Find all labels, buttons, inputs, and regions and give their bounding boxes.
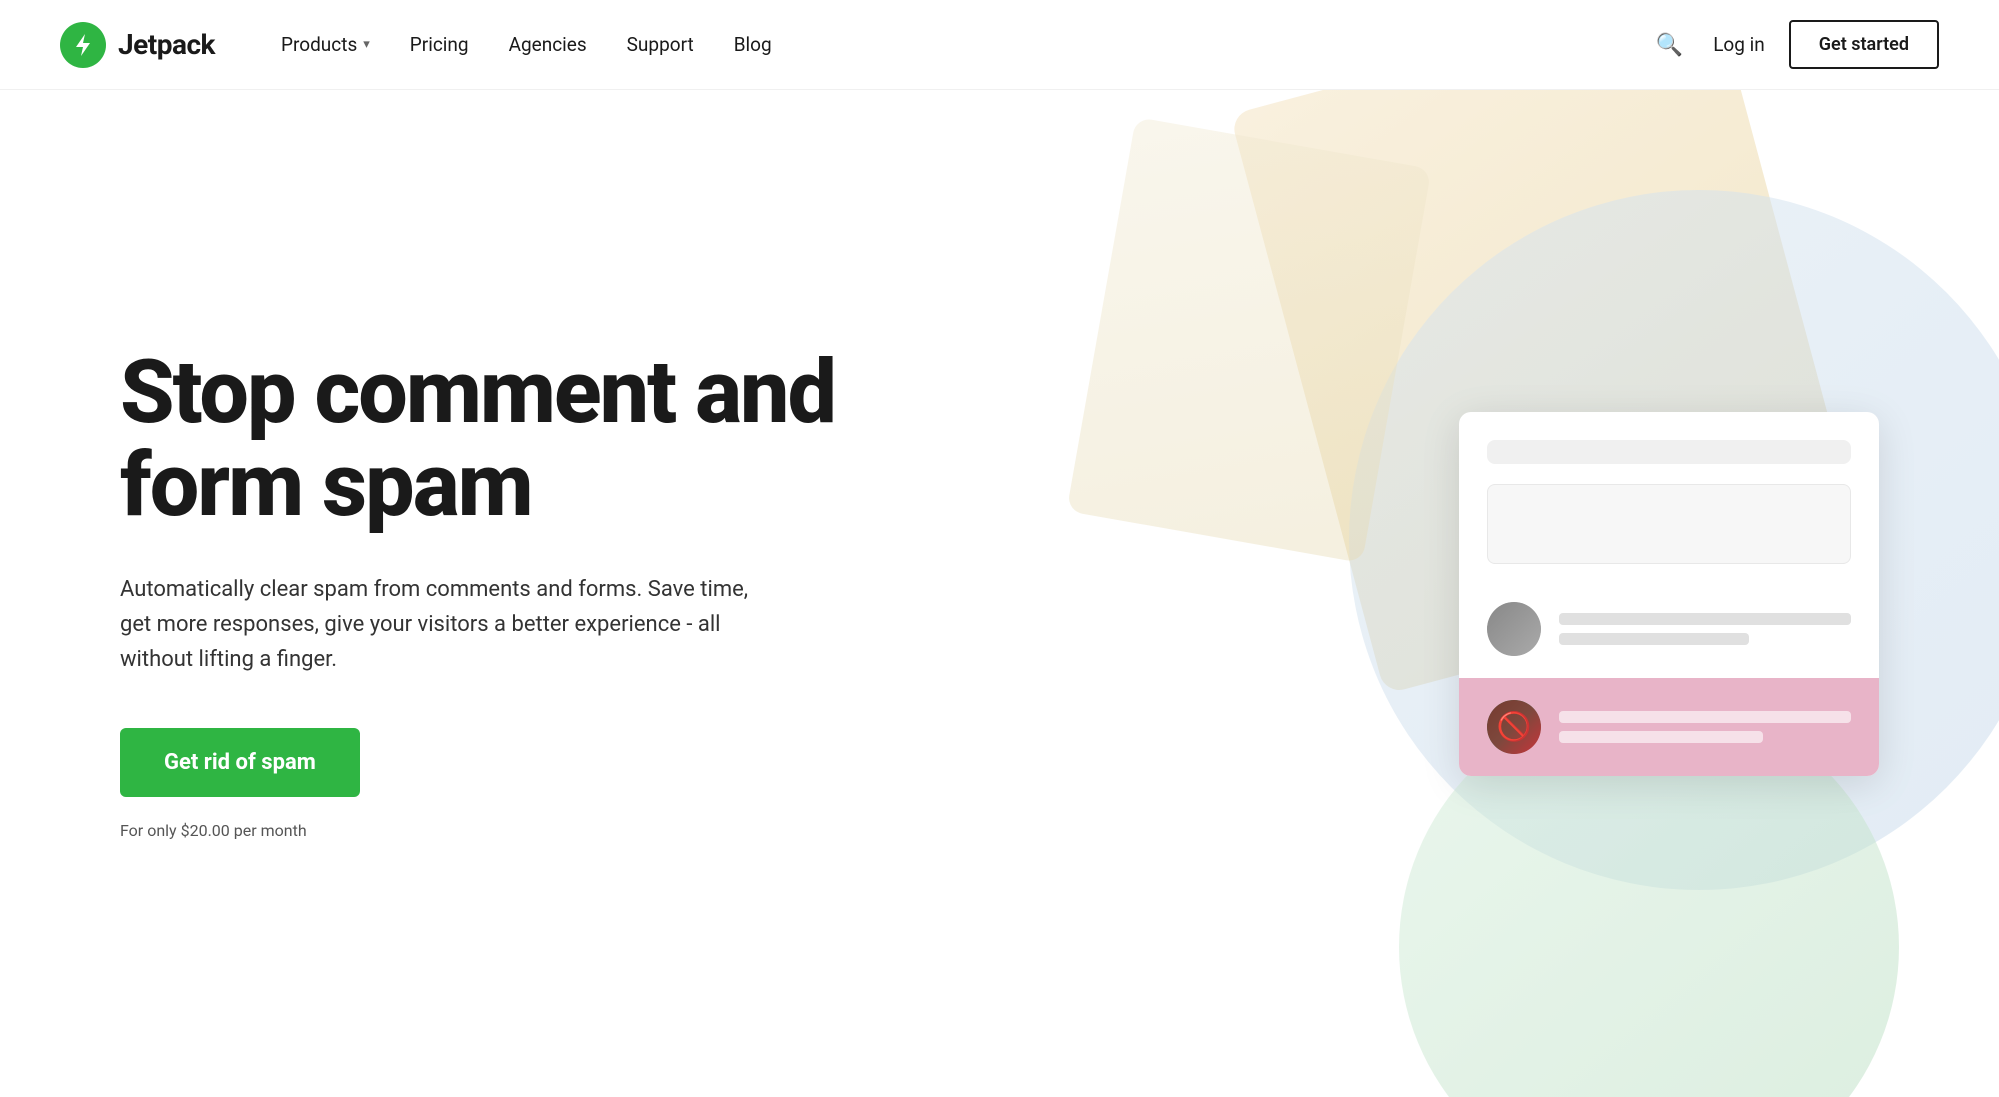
comment-card: 🚫	[1459, 412, 1879, 776]
card-header-bar	[1487, 440, 1851, 464]
hero-subheadline: Automatically clear spam from comments a…	[120, 572, 780, 678]
normal-comment-item	[1459, 584, 1879, 674]
card-content-block	[1487, 484, 1851, 564]
nav-pricing[interactable]: Pricing	[394, 25, 485, 64]
nav-right: 🔍 Log in Get started	[1650, 20, 1939, 69]
nav-links: Products ▾ Pricing Agencies Support Blog	[265, 25, 1650, 64]
pricing-label: Pricing	[410, 33, 469, 56]
nav-agencies[interactable]: Agencies	[493, 25, 603, 64]
cta-button[interactable]: Get rid of spam	[120, 728, 360, 797]
spam-comment-item: 🚫	[1459, 678, 1879, 776]
hero-illustration: 🚫	[1459, 412, 1879, 776]
support-label: Support	[627, 33, 694, 56]
spam-line-2	[1559, 731, 1763, 743]
spam-line-1	[1559, 711, 1851, 723]
spam-avatar: 🚫	[1487, 700, 1541, 754]
blog-label: Blog	[734, 33, 772, 56]
jetpack-bolt-icon	[70, 32, 96, 58]
ban-icon: 🚫	[1497, 710, 1532, 743]
hero-headline: Stop comment and form spam	[120, 347, 850, 532]
get-started-button[interactable]: Get started	[1789, 20, 1939, 69]
brand-name: Jetpack	[118, 28, 215, 61]
hero-content: Stop comment and form spam Automatically…	[0, 267, 850, 919]
nav-blog[interactable]: Blog	[718, 25, 788, 64]
price-note: For only $20.00 per month	[120, 821, 850, 840]
login-link[interactable]: Log in	[1713, 33, 1765, 56]
ban-overlay: 🚫	[1487, 700, 1541, 754]
spam-text-lines	[1559, 711, 1851, 743]
comment-line-1	[1559, 613, 1851, 625]
comment-line-2	[1559, 633, 1749, 645]
search-button[interactable]: 🔍	[1650, 26, 1689, 64]
avatar-image	[1487, 602, 1541, 656]
search-icon: 🔍	[1656, 32, 1683, 58]
comment-text-lines	[1559, 613, 1851, 645]
products-label: Products	[281, 33, 357, 56]
agencies-label: Agencies	[509, 33, 587, 56]
logo-link[interactable]: Jetpack	[60, 22, 215, 68]
hero-section: Stop comment and form spam Automatically…	[0, 90, 1999, 1097]
nav-support[interactable]: Support	[611, 25, 710, 64]
navbar: Jetpack Products ▾ Pricing Agencies Supp…	[0, 0, 1999, 90]
user-avatar	[1487, 602, 1541, 656]
products-chevron-icon: ▾	[363, 37, 370, 52]
logo-icon	[60, 22, 106, 68]
nav-products[interactable]: Products ▾	[265, 25, 386, 64]
